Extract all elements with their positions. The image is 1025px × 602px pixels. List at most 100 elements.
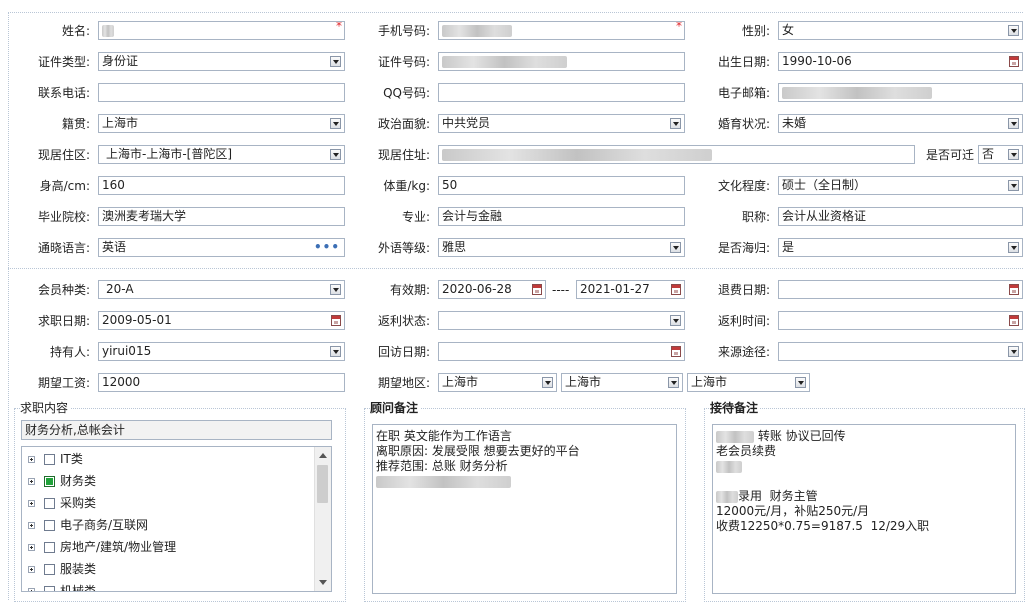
chevron-down-icon[interactable]: [1008, 118, 1019, 129]
rebate-status-select[interactable]: [438, 311, 685, 330]
relocate-select[interactable]: 否: [978, 145, 1023, 164]
mobile-input[interactable]: *: [438, 21, 685, 40]
email-input[interactable]: [778, 83, 1023, 102]
tree-checkbox[interactable]: [44, 454, 55, 465]
gender-select[interactable]: 女: [778, 21, 1023, 40]
chevron-down-icon[interactable]: [330, 149, 341, 160]
overseas-select[interactable]: 是: [778, 238, 1023, 257]
scroll-up-icon[interactable]: [319, 453, 327, 458]
tree-item[interactable]: IT类: [28, 451, 83, 467]
chevron-down-icon[interactable]: [670, 242, 681, 253]
chevron-down-icon[interactable]: [1008, 242, 1019, 253]
region-district-select[interactable]: 上海市: [687, 373, 810, 392]
tree-checkbox[interactable]: [44, 586, 55, 591]
address-input[interactable]: [438, 145, 915, 164]
major-input[interactable]: 会计与金融: [438, 207, 685, 226]
advisor-notes-title: 顾问备注: [370, 401, 421, 415]
expand-icon[interactable]: [28, 500, 35, 507]
tree-item[interactable]: 服装类: [28, 561, 96, 577]
region-city-select[interactable]: 上海市: [561, 373, 683, 392]
calendar-icon[interactable]: [671, 346, 681, 357]
phone-input[interactable]: [98, 83, 345, 102]
marital-select[interactable]: 未婚: [778, 114, 1023, 133]
chevron-down-icon[interactable]: [330, 346, 341, 357]
rebate-time-input[interactable]: [778, 311, 1023, 330]
chevron-down-icon[interactable]: [670, 118, 681, 129]
tree-item[interactable]: 电子商务/互联网: [28, 517, 148, 533]
height-input[interactable]: 160: [98, 176, 345, 195]
tree-item-label: 房地产/建筑/物业管理: [60, 540, 177, 554]
valid-from-input[interactable]: 2020-06-28: [438, 280, 546, 299]
chevron-down-icon[interactable]: [1008, 346, 1019, 357]
rebate-time-label: 返利时间:: [717, 314, 770, 328]
calendar-icon[interactable]: [1009, 56, 1019, 67]
residence-area-select[interactable]: 上海市-上海市-[普陀区]: [98, 145, 345, 164]
tree-checkbox[interactable]: [44, 476, 55, 487]
native-place-select[interactable]: 上海市: [98, 114, 345, 133]
language-input[interactable]: 英语 •••: [98, 238, 345, 257]
expand-icon[interactable]: [28, 544, 35, 551]
valid-to-input[interactable]: 2021-01-27: [576, 280, 685, 299]
expand-icon[interactable]: [28, 522, 35, 529]
name-input[interactable]: *: [98, 21, 345, 40]
chevron-down-icon[interactable]: [1008, 149, 1019, 160]
job-category-tree[interactable]: IT类财务类采购类电子商务/互联网房地产/建筑/物业管理服装类机械类: [21, 446, 332, 592]
birth-date-input[interactable]: 1990-10-06: [778, 52, 1023, 71]
more-options-icon[interactable]: •••: [314, 239, 340, 256]
tree-item[interactable]: 采购类: [28, 495, 96, 511]
chevron-down-icon[interactable]: [542, 377, 553, 388]
chevron-down-icon[interactable]: [1008, 180, 1019, 191]
holder-select[interactable]: yirui015: [98, 342, 345, 361]
expand-icon[interactable]: [28, 478, 35, 485]
tree-scrollbar[interactable]: [314, 447, 331, 591]
tree-checkbox[interactable]: [44, 542, 55, 553]
chevron-down-icon[interactable]: [1008, 25, 1019, 36]
visit-date-input[interactable]: [438, 342, 685, 361]
source-select[interactable]: [778, 342, 1023, 361]
chevron-down-icon[interactable]: [670, 315, 681, 326]
calendar-icon[interactable]: [1009, 284, 1019, 295]
advisor-notes-textarea[interactable]: 在职 英文能作为工作语言 离职原因: 发展受限 想要去更好的平台 推荐范围: 总账 …: [372, 424, 677, 594]
scroll-thumb[interactable]: [317, 465, 328, 503]
tree-checkbox[interactable]: [44, 498, 55, 509]
tree-checkbox[interactable]: [44, 520, 55, 531]
language-label: 通晓语言:: [37, 241, 90, 255]
member-type-select[interactable]: 20-A: [98, 280, 345, 299]
salary-input[interactable]: 12000: [98, 373, 345, 392]
id-type-select[interactable]: 身份证: [98, 52, 345, 71]
title-input[interactable]: 会计从业资格证: [778, 207, 1023, 226]
reception-notes-textarea[interactable]: 转账 协议已回传 老会员续费 录用 财务主管 12000元/月，补贴250元/月 收费…: [712, 424, 1016, 594]
tree-item[interactable]: 财务类: [28, 473, 96, 489]
expand-icon[interactable]: [28, 566, 35, 573]
redacted-email: [782, 86, 932, 99]
job-date-input[interactable]: 2009-05-01: [98, 311, 345, 330]
political-select[interactable]: 中共党员: [438, 114, 685, 133]
calendar-icon[interactable]: [532, 284, 542, 295]
calendar-icon[interactable]: [671, 284, 681, 295]
expand-icon[interactable]: [28, 456, 35, 463]
region-province-select[interactable]: 上海市: [438, 373, 557, 392]
chevron-down-icon[interactable]: [668, 377, 679, 388]
reception-note-line: 转账 协议已回传: [757, 429, 846, 443]
weight-input[interactable]: 50: [438, 176, 685, 195]
calendar-icon[interactable]: [331, 315, 341, 326]
required-mark: *: [676, 21, 682, 33]
education-select[interactable]: 硕士（全日制）: [778, 176, 1023, 195]
expand-icon[interactable]: [28, 588, 35, 591]
school-input[interactable]: 澳洲麦考瑞大学: [98, 207, 345, 226]
job-content-title: 求职内容: [20, 401, 71, 415]
language-level-select[interactable]: 雅思: [438, 238, 685, 257]
chevron-down-icon[interactable]: [330, 118, 341, 129]
tree-checkbox[interactable]: [44, 564, 55, 575]
calendar-icon[interactable]: [1009, 315, 1019, 326]
refund-date-input[interactable]: [778, 280, 1023, 299]
chevron-down-icon[interactable]: [795, 377, 806, 388]
id-number-input[interactable]: [438, 52, 685, 71]
tree-item[interactable]: 房地产/建筑/物业管理: [28, 539, 176, 555]
qq-input[interactable]: [438, 83, 685, 102]
scroll-down-icon[interactable]: [319, 580, 327, 585]
redacted-note: [716, 460, 742, 473]
chevron-down-icon[interactable]: [330, 56, 341, 67]
tree-item[interactable]: 机械类: [28, 583, 96, 591]
chevron-down-icon[interactable]: [330, 284, 341, 295]
